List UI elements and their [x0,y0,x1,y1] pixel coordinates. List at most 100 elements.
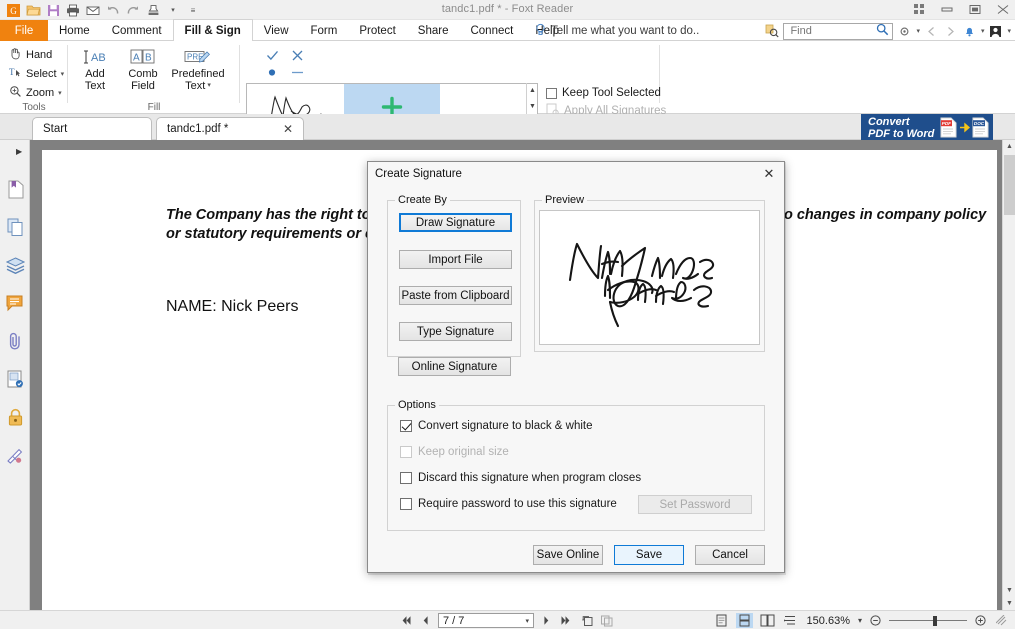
forward-icon[interactable] [943,23,958,39]
expand-panel-icon[interactable]: ▶ [16,147,22,156]
sidebar-item-attachments[interactable] [4,330,26,352]
menu-share[interactable]: Share [407,20,460,41]
menu-connect[interactable]: Connect [459,20,524,41]
scroll-up-icon[interactable]: ▲ [1003,140,1015,153]
import-file-button[interactable]: Import File [399,250,512,269]
next-page-icon[interactable] [539,613,554,628]
last-page-icon[interactable] [559,613,574,628]
continuous-scroll-icon[interactable] [736,613,753,628]
dialog-close-icon[interactable]: ✕ [758,165,780,183]
scrollbar-thumb[interactable] [1004,155,1015,215]
gear-icon[interactable] [897,23,912,39]
comb-field-button[interactable]: AB Comb Field [120,44,166,92]
discard-signature-on-close-checkbox[interactable]: Discard this signature when program clos… [400,472,641,484]
add-text-button[interactable]: AB Add Text [72,44,118,92]
convert-to-black-and-white-checkbox[interactable]: Convert signature to black & white [400,420,593,432]
menu-protect[interactable]: Protect [348,20,406,41]
zoom-dropdown-icon[interactable]: ▾ [858,616,862,625]
close-icon[interactable] [995,2,1011,16]
keep-original-size-checkbox: Keep original size [400,446,509,458]
minimize-icon[interactable] [939,2,955,16]
chevron-down-icon[interactable]: ▾ [58,89,62,97]
checkbox-box [400,420,412,432]
svg-text:PDF: PDF [942,121,951,126]
menu-form[interactable]: Form [300,20,349,41]
signature-preview[interactable] [539,210,760,345]
predefined-text-label-1: Predefined [171,68,224,80]
sidebar-item-layers[interactable] [4,254,26,276]
checkbox-box [546,88,557,99]
svg-text:T: T [9,67,15,77]
gallery-scroll-up-icon[interactable]: ▲ [527,83,538,99]
menu-comment[interactable]: Comment [101,20,173,41]
zoom-in-icon[interactable] [973,613,988,628]
restore-layout-icon[interactable] [911,2,927,16]
menu-view[interactable]: View [253,20,300,41]
search-text-icon[interactable] [764,23,779,39]
facing-pages-icon[interactable] [759,613,776,628]
avatar[interactable] [988,23,1003,39]
maximize-icon[interactable] [967,2,983,16]
first-page-icon[interactable] [398,613,413,628]
tab-start[interactable]: Start [32,117,152,140]
chevron-down-icon[interactable]: ▾ [61,70,65,78]
bell-dropdown-icon[interactable]: ▾ [981,27,985,35]
search-icon[interactable] [876,23,889,39]
sidebar-item-stamps[interactable] [4,444,26,466]
sidebar-item-bookmarks[interactable] [4,178,26,200]
fit-page-icon[interactable] [599,613,614,628]
search-input[interactable] [788,24,878,38]
menu-file[interactable]: File [0,20,48,41]
zoom-slider[interactable] [889,613,967,628]
draw-signature-button[interactable]: Draw Signature [399,213,512,232]
scroll-page-down-icon[interactable]: ▼ [1003,597,1015,610]
find-box[interactable] [783,23,893,40]
single-page-icon[interactable] [713,613,730,628]
tell-me-label: Tell me what you want to do.. [551,25,699,37]
rotate-view-icon[interactable] [579,613,594,628]
tool-select[interactable]: T Select ▾ [6,64,67,83]
convert-banner-line1: Convert [868,116,934,128]
docx-file-icon: DOC [972,117,989,141]
tab-tandc1-pdf[interactable]: tandc1.pdf * ✕ [156,117,304,140]
gear-dropdown-icon[interactable]: ▾ [916,27,920,35]
resize-grip-icon[interactable] [994,613,1009,628]
save-button[interactable]: Save [614,545,684,565]
predefined-text-button[interactable]: PRE Predefined Text ▾ [168,44,228,92]
cancel-button[interactable]: Cancel [695,545,765,565]
create-signature-dialog: Create Signature ✕ Create By Draw Signat… [367,161,785,573]
zoom-slider-handle[interactable] [933,616,937,626]
pdf-file-icon: PDF [940,117,957,141]
keep-tool-selected-checkbox[interactable]: Keep Tool Selected [546,84,666,102]
sidebar-item-security[interactable] [4,406,26,428]
avatar-dropdown-icon[interactable]: ▾ [1007,27,1011,35]
require-password-checkbox[interactable]: Require password to use this signature [400,498,617,510]
online-signature-button[interactable]: Online Signature [398,357,511,376]
previous-page-icon[interactable] [418,613,433,628]
paste-from-clipboard-button[interactable]: Paste from Clipboard [399,286,512,305]
document-scrollbar[interactable]: ▲ ▼ ▼ [1002,140,1015,610]
comb-field-label-1: Comb [128,68,157,80]
gallery-scroll-down-icon[interactable]: ▼ [527,99,538,115]
back-icon[interactable] [924,23,939,39]
tool-zoom[interactable]: Zoom ▾ [6,83,67,102]
split-view-icon[interactable] [782,613,799,628]
tool-hand[interactable]: Hand [6,45,67,64]
menu-fill-and-sign[interactable]: Fill & Sign [173,19,253,41]
save-online-button[interactable]: Save Online [533,545,603,565]
tell-me-search[interactable]: Tell me what you want to do.. [535,20,699,41]
type-signature-button[interactable]: Type Signature [399,322,512,341]
sidebar-item-digital-signatures[interactable] [4,368,26,390]
close-icon[interactable]: ✕ [271,122,293,136]
chevron-down-icon[interactable]: ▾ [525,617,529,625]
chevron-down-icon[interactable]: ▾ [207,80,211,92]
page-number-input[interactable]: 7 / 7 ▾ [438,613,534,628]
menu-home[interactable]: Home [48,20,101,41]
sidebar-item-comments[interactable] [4,292,26,314]
sidebar-item-page-thumbnails[interactable] [4,216,26,238]
zoom-out-icon[interactable] [868,613,883,628]
scroll-down-icon[interactable]: ▼ [1003,584,1015,597]
select-text-icon: T [9,66,22,82]
convert-pdf-to-word-banner[interactable]: Convert PDF to Word PDF DOC [861,114,993,142]
notification-bell-icon[interactable] [962,23,977,39]
